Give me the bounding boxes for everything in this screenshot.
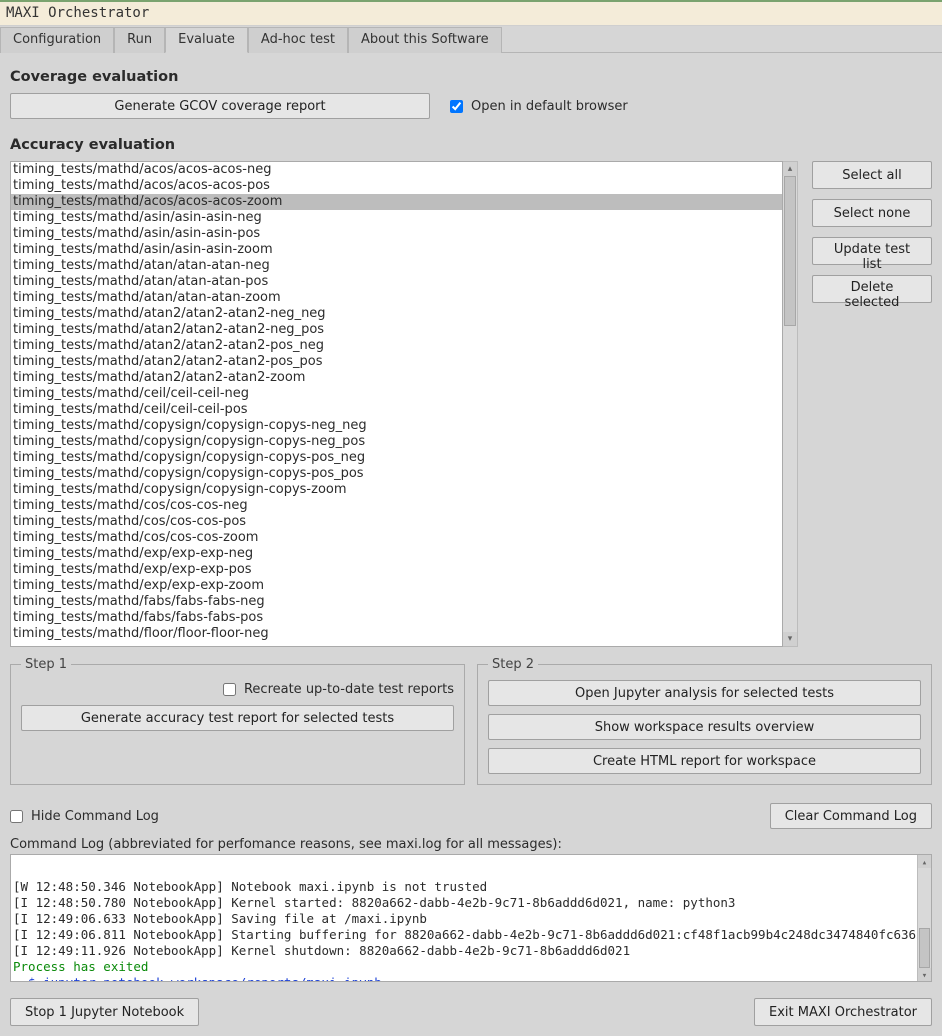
test-listbox[interactable]: timing_tests/mathd/acos/acos-acos-negtim… [10, 161, 783, 647]
test-list-item[interactable]: timing_tests/mathd/copysign/copysign-cop… [11, 434, 782, 450]
scroll-down-icon[interactable]: ▾ [783, 632, 797, 646]
test-list-item[interactable]: timing_tests/mathd/fabs/fabs-fabs-pos [11, 610, 782, 626]
log-line: [W 12:48:50.346 NotebookApp] Notebook ma… [13, 879, 929, 895]
command-log[interactable]: [W 12:48:50.346 NotebookApp] Notebook ma… [10, 854, 932, 982]
footer-bar: Stop 1 Jupyter Notebook Exit MAXI Orches… [0, 992, 942, 1036]
test-list-item[interactable]: timing_tests/mathd/cos/cos-cos-pos [11, 514, 782, 530]
test-list-item[interactable]: timing_tests/mathd/copysign/copysign-cop… [11, 482, 782, 498]
create-html-report-button[interactable]: Create HTML report for workspace [488, 748, 921, 774]
recreate-reports-option[interactable]: Recreate up-to-date test reports [21, 680, 454, 697]
clear-log-button[interactable]: Clear Command Log [770, 803, 932, 829]
select-all-button[interactable]: Select all [812, 161, 932, 189]
open-in-browser-label: Open in default browser [471, 99, 628, 114]
log-scrollbar[interactable]: ▴ ▾ [917, 855, 931, 981]
step1-legend: Step 1 [21, 657, 71, 672]
test-list-item[interactable]: timing_tests/mathd/cos/cos-cos-zoom [11, 530, 782, 546]
test-list-item[interactable]: timing_tests/mathd/exp/exp-exp-pos [11, 562, 782, 578]
test-list-item[interactable]: timing_tests/mathd/exp/exp-exp-zoom [11, 578, 782, 594]
test-list-item[interactable]: timing_tests/mathd/asin/asin-asin-pos [11, 226, 782, 242]
hide-log-option[interactable]: Hide Command Log [10, 809, 159, 824]
recreate-reports-checkbox[interactable] [223, 683, 236, 696]
test-list-item[interactable]: timing_tests/mathd/asin/asin-asin-neg [11, 210, 782, 226]
test-list-item[interactable]: timing_tests/mathd/floor/floor-floor-neg [11, 626, 782, 642]
test-list-item[interactable]: timing_tests/mathd/acos/acos-acos-neg [11, 162, 782, 178]
test-list-item[interactable]: timing_tests/mathd/atan2/atan2-atan2-pos… [11, 338, 782, 354]
log-line: [I 12:49:06.633 NotebookApp] Saving file… [13, 911, 929, 927]
tab-about[interactable]: About this Software [348, 27, 502, 53]
test-list-item[interactable]: timing_tests/mathd/atan2/atan2-atan2-neg… [11, 322, 782, 338]
test-list-item[interactable]: timing_tests/mathd/copysign/copysign-cop… [11, 450, 782, 466]
test-list-container: timing_tests/mathd/acos/acos-acos-negtim… [10, 161, 798, 647]
scroll-thumb[interactable] [784, 176, 796, 326]
test-list-item[interactable]: timing_tests/mathd/ceil/ceil-ceil-pos [11, 402, 782, 418]
tab-evaluate[interactable]: Evaluate [165, 27, 248, 53]
tab-run[interactable]: Run [114, 27, 165, 53]
tab-adhoc-test[interactable]: Ad-hoc test [248, 27, 348, 53]
step1-group: Step 1 Recreate up-to-date test reports … [10, 657, 465, 785]
test-list-item[interactable]: timing_tests/mathd/atan/atan-atan-pos [11, 274, 782, 290]
test-list-item[interactable]: timing_tests/mathd/atan2/atan2-atan2-zoo… [11, 370, 782, 386]
log-line: [I 12:49:11.926 NotebookApp] Kernel shut… [13, 943, 929, 959]
test-list-item[interactable]: timing_tests/mathd/ceil/ceil-ceil-neg [11, 386, 782, 402]
app-window: MAXI Orchestrator Configuration Run Eval… [0, 0, 942, 1036]
delete-selected-button[interactable]: Delete selected [812, 275, 932, 303]
tab-configuration[interactable]: Configuration [0, 27, 114, 53]
test-list-item[interactable]: timing_tests/mathd/cos/cos-cos-neg [11, 498, 782, 514]
test-list-item[interactable]: timing_tests/mathd/acos/acos-acos-zoom [11, 194, 782, 210]
test-list-item[interactable]: timing_tests/mathd/acos/acos-acos-pos [11, 178, 782, 194]
update-test-list-button[interactable]: Update test list [812, 237, 932, 265]
log-line: . $ jupyter notebook workspace/reports/m… [13, 975, 929, 982]
open-in-browser-option[interactable]: Open in default browser [450, 99, 628, 114]
tab-bar: Configuration Run Evaluate Ad-hoc test A… [0, 26, 942, 53]
test-list-item[interactable]: timing_tests/mathd/atan/atan-atan-neg [11, 258, 782, 274]
test-list-item[interactable]: timing_tests/mathd/copysign/copysign-cop… [11, 418, 782, 434]
test-list-item[interactable]: timing_tests/mathd/fabs/fabs-fabs-neg [11, 594, 782, 610]
log-scroll-down-icon[interactable]: ▾ [918, 968, 931, 981]
test-list-item[interactable]: timing_tests/mathd/atan/atan-atan-zoom [11, 290, 782, 306]
coverage-heading: Coverage evaluation [10, 69, 932, 85]
test-list-scrollbar[interactable]: ▴ ▾ [783, 161, 798, 647]
exit-button[interactable]: Exit MAXI Orchestrator [754, 998, 932, 1026]
scroll-up-icon[interactable]: ▴ [783, 162, 797, 176]
log-section: Hide Command Log Clear Command Log Comma… [0, 791, 942, 992]
test-list-item[interactable]: timing_tests/mathd/exp/exp-exp-neg [11, 546, 782, 562]
hide-log-checkbox[interactable] [10, 810, 23, 823]
open-jupyter-button[interactable]: Open Jupyter analysis for selected tests [488, 680, 921, 706]
test-list-item[interactable]: timing_tests/mathd/copysign/copysign-cop… [11, 466, 782, 482]
log-line: Process has exited [13, 959, 929, 975]
log-scroll-thumb[interactable] [919, 928, 930, 968]
log-line: [I 12:49:06.811 NotebookApp] Starting bu… [13, 927, 929, 943]
evaluate-panel: Coverage evaluation Generate GCOV covera… [0, 53, 942, 791]
step2-group: Step 2 Open Jupyter analysis for selecte… [477, 657, 932, 785]
window-title: MAXI Orchestrator [0, 2, 942, 26]
step2-legend: Step 2 [488, 657, 538, 672]
generate-accuracy-report-button[interactable]: Generate accuracy test report for select… [21, 705, 454, 731]
show-overview-button[interactable]: Show workspace results overview [488, 714, 921, 740]
select-none-button[interactable]: Select none [812, 199, 932, 227]
hide-log-label: Hide Command Log [31, 809, 159, 824]
test-list-item[interactable]: timing_tests/mathd/atan2/atan2-atan2-neg… [11, 306, 782, 322]
log-scroll-up-icon[interactable]: ▴ [918, 855, 931, 868]
log-heading: Command Log (abbreviated for perfomance … [10, 837, 932, 852]
test-list-item[interactable]: timing_tests/mathd/asin/asin-asin-zoom [11, 242, 782, 258]
accuracy-heading: Accuracy evaluation [10, 137, 932, 153]
stop-jupyter-button[interactable]: Stop 1 Jupyter Notebook [10, 998, 199, 1026]
recreate-reports-label: Recreate up-to-date test reports [244, 682, 454, 697]
open-in-browser-checkbox[interactable] [450, 100, 463, 113]
test-list-item[interactable]: timing_tests/mathd/atan2/atan2-atan2-pos… [11, 354, 782, 370]
list-action-buttons: Select all Select none Update test list … [812, 161, 932, 647]
log-line: [I 12:48:50.780 NotebookApp] Kernel star… [13, 895, 929, 911]
generate-gcov-button[interactable]: Generate GCOV coverage report [10, 93, 430, 119]
